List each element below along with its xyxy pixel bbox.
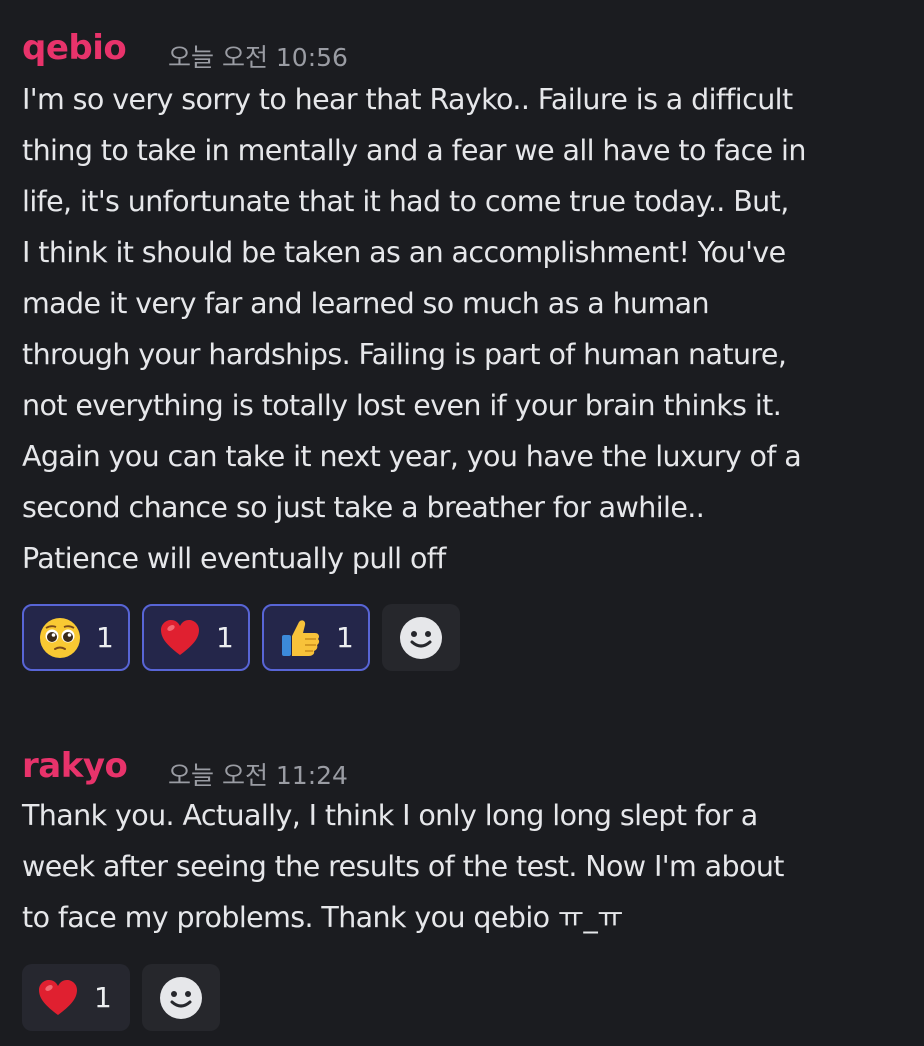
username[interactable]: rakyo — [22, 746, 128, 786]
message-header: qebio 오늘 오전 10:56 — [22, 24, 924, 78]
message-qebio: qebio 오늘 오전 10:56 I'm so very sorry to h… — [0, 24, 924, 671]
reaction-count: 1 — [96, 621, 114, 654]
reaction-bar: 1 — [22, 964, 220, 1031]
reaction-red-heart[interactable]: 1 — [142, 604, 250, 671]
timestamp: 오늘 오전 11:24 — [168, 761, 348, 790]
message-header: rakyo 오늘 오전 11:24 — [22, 742, 924, 796]
message-text: Thank you. Actually, I think I only long… — [22, 799, 784, 934]
red-heart-icon — [39, 979, 77, 1015]
smiley-add-reaction-icon — [400, 616, 442, 659]
reaction-red-heart[interactable]: 1 — [22, 964, 130, 1031]
pleading-face-icon — [40, 617, 80, 658]
thumbs-up-icon — [282, 619, 320, 656]
username[interactable]: qebio — [22, 28, 127, 68]
add-reaction-button[interactable] — [142, 964, 220, 1031]
red-heart-icon — [161, 619, 199, 655]
reaction-bar: 1 1 1 — [22, 604, 460, 671]
reaction-pleading-face[interactable]: 1 — [22, 604, 130, 671]
smiley-add-reaction-icon — [160, 976, 202, 1019]
add-reaction-button[interactable] — [382, 604, 460, 671]
reaction-count: 1 — [94, 981, 112, 1014]
reaction-count: 1 — [336, 621, 354, 654]
reaction-count: 1 — [216, 621, 234, 654]
timestamp: 오늘 오전 10:56 — [168, 43, 348, 72]
reaction-thumbs-up[interactable]: 1 — [262, 604, 370, 671]
message-rakyo: rakyo 오늘 오전 11:24 Thank you. Actually, I… — [0, 742, 924, 1031]
message-text: I'm so very sorry to hear that Rayko.. F… — [22, 83, 806, 575]
